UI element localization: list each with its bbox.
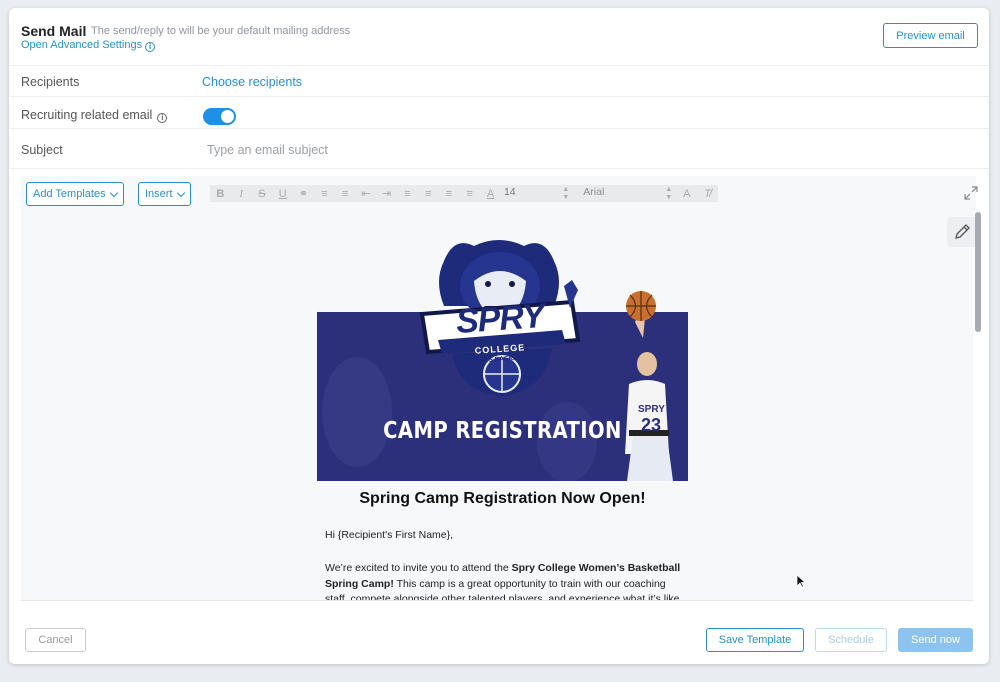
email-body-intro: We’re excited to invite you to attend th… xyxy=(325,562,512,574)
background-color-icon[interactable]: A xyxy=(676,188,697,200)
modal-footer: Cancel Save Template Schedule Send now xyxy=(9,614,989,664)
recruiting-label: Recruiting related email i xyxy=(21,108,168,123)
font-family-select[interactable]: Arial ▲ ▼ xyxy=(579,186,676,202)
send-now-button[interactable]: Send now xyxy=(898,628,973,652)
recipients-label: Recipients xyxy=(21,75,80,89)
recruiting-row: Recruiting related email i xyxy=(9,97,989,129)
italic-icon[interactable]: I xyxy=(231,188,252,200)
schedule-button[interactable]: Schedule xyxy=(815,628,887,652)
font-size-value: 14 xyxy=(503,185,516,198)
save-template-button[interactable]: Save Template xyxy=(706,628,804,652)
insert-button[interactable]: Insert xyxy=(138,182,191,206)
bullet-list-icon[interactable]: ≡ xyxy=(335,188,356,200)
info-icon: i xyxy=(145,42,156,52)
align-center-icon[interactable]: ≡ xyxy=(418,188,439,200)
editor-scrollbar[interactable] xyxy=(975,212,981,332)
advanced-settings-label: Open Advanced Settings xyxy=(21,39,143,51)
subject-row: Subject xyxy=(9,129,989,169)
recruiting-label-text: Recruiting related email xyxy=(21,108,153,122)
chevron-down-icon xyxy=(176,188,185,197)
email-heading: Spring Camp Registration Now Open! xyxy=(359,490,646,507)
updown-icon: ▲ ▼ xyxy=(562,185,570,201)
toggle-knob xyxy=(221,110,234,123)
send-mail-modal: Send Mail The send/reply to will be your… xyxy=(9,8,989,664)
mouse-cursor-icon xyxy=(796,574,806,588)
info-icon: i xyxy=(157,113,168,123)
text-color-icon[interactable]: A xyxy=(480,188,501,200)
modal-title: Send Mail xyxy=(21,23,87,39)
pencil-icon xyxy=(955,224,970,239)
edit-pencil-button[interactable] xyxy=(947,217,977,247)
font-size-select[interactable]: 14 ▲ ▼ xyxy=(504,186,573,202)
updown-icon: ▲ ▼ xyxy=(665,185,673,201)
basketball-icon xyxy=(626,291,656,321)
align-left-icon[interactable]: ≡ xyxy=(397,188,418,200)
email-editor[interactable]: SPRY 23 SPRY COLLEGE WOMEN'S BASKETBALL xyxy=(21,211,973,601)
subject-label: Subject xyxy=(21,143,63,157)
underline-icon[interactable]: U xyxy=(272,188,293,200)
bold-icon[interactable]: B xyxy=(210,188,231,200)
modal-subtitle: The send/reply to will be your default m… xyxy=(91,25,351,37)
recruiting-toggle[interactable] xyxy=(203,108,236,125)
expand-icon[interactable] xyxy=(964,186,978,200)
preview-email-button[interactable]: Preview email xyxy=(883,23,978,48)
email-greeting: Hi {Recipient's First Name}, xyxy=(325,529,454,541)
chevron-down-icon xyxy=(109,188,118,197)
advanced-settings-link[interactable]: Open Advanced Settings i xyxy=(21,39,156,52)
add-templates-label: Add Templates xyxy=(33,188,106,200)
editor-toolbar: Add Templates Insert B I S U ⚭ ≡ ≡ ⇤ ⇥ ≡… xyxy=(21,176,978,211)
cancel-button[interactable]: Cancel xyxy=(25,628,86,652)
format-bar: B I S U ⚭ ≡ ≡ ⇤ ⇥ ≡ ≡ ≡ ≡ A 14 ▲ ▼ Arial ▲ ▼… xyxy=(210,185,718,202)
clear-format-icon[interactable]: T̸ xyxy=(697,188,718,200)
ordered-list-icon[interactable]: ≡ xyxy=(314,188,335,200)
strikethrough-icon[interactable]: S xyxy=(252,188,273,200)
align-right-icon[interactable]: ≡ xyxy=(439,188,460,200)
link-icon[interactable]: ⚭ xyxy=(293,187,314,200)
player-jersey-text: SPRY xyxy=(638,404,665,415)
banner-title: CAMP REGISTRATION xyxy=(383,418,622,444)
font-family-value: Arial xyxy=(583,185,605,198)
add-templates-button[interactable]: Add Templates xyxy=(26,182,124,206)
email-body: We’re excited to invite you to attend th… xyxy=(325,561,685,600)
subject-input[interactable] xyxy=(207,140,907,160)
indent-icon[interactable]: ⇥ xyxy=(376,187,397,200)
outdent-icon[interactable]: ⇤ xyxy=(355,187,376,200)
recipients-row: Recipients Choose recipients xyxy=(9,66,989,97)
align-justify-icon[interactable]: ≡ xyxy=(459,188,480,200)
modal-header: Send Mail The send/reply to will be your… xyxy=(9,8,989,66)
choose-recipients-link[interactable]: Choose recipients xyxy=(202,75,302,89)
insert-label: Insert xyxy=(145,188,173,200)
